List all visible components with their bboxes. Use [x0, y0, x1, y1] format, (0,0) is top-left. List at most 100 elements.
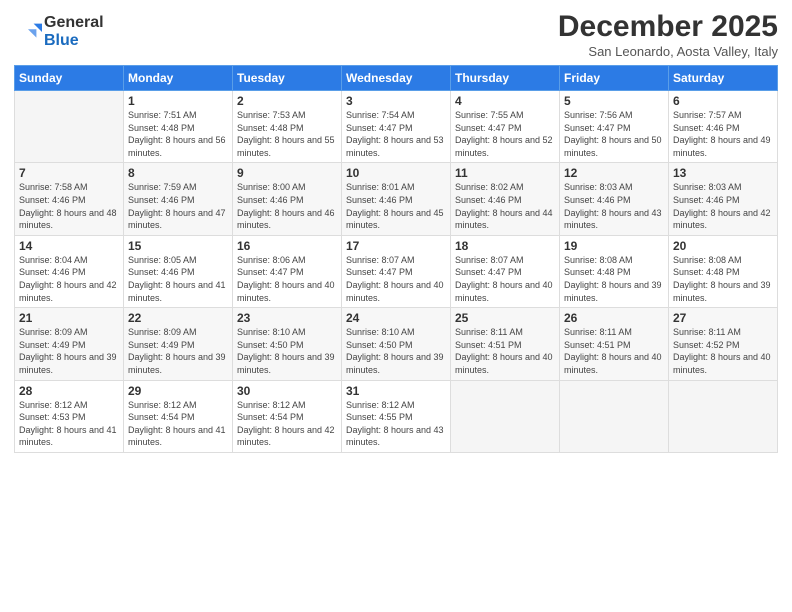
day-number: 26: [564, 311, 664, 325]
day-number: 14: [19, 239, 119, 253]
calendar-cell: 20Sunrise: 8:08 AMSunset: 4:48 PMDayligh…: [669, 235, 778, 307]
calendar-cell: 26Sunrise: 8:11 AMSunset: 4:51 PMDayligh…: [560, 308, 669, 380]
calendar-cell: [15, 91, 124, 163]
calendar-cell: 17Sunrise: 8:07 AMSunset: 4:47 PMDayligh…: [342, 235, 451, 307]
day-number: 1: [128, 94, 228, 108]
calendar-cell: 9Sunrise: 8:00 AMSunset: 4:46 PMDaylight…: [233, 163, 342, 235]
day-header-monday: Monday: [124, 66, 233, 91]
calendar-cell: 21Sunrise: 8:09 AMSunset: 4:49 PMDayligh…: [15, 308, 124, 380]
day-info: Sunrise: 8:12 AMSunset: 4:54 PMDaylight:…: [128, 399, 228, 449]
day-header-tuesday: Tuesday: [233, 66, 342, 91]
calendar-cell: 2Sunrise: 7:53 AMSunset: 4:48 PMDaylight…: [233, 91, 342, 163]
day-number: 5: [564, 94, 664, 108]
calendar-cell: [451, 380, 560, 452]
day-info: Sunrise: 7:57 AMSunset: 4:46 PMDaylight:…: [673, 109, 773, 159]
calendar-week-1: 7Sunrise: 7:58 AMSunset: 4:46 PMDaylight…: [15, 163, 778, 235]
calendar-cell: 19Sunrise: 8:08 AMSunset: 4:48 PMDayligh…: [560, 235, 669, 307]
day-number: 22: [128, 311, 228, 325]
day-number: 29: [128, 384, 228, 398]
day-info: Sunrise: 7:59 AMSunset: 4:46 PMDaylight:…: [128, 181, 228, 231]
day-info: Sunrise: 7:53 AMSunset: 4:48 PMDaylight:…: [237, 109, 337, 159]
day-number: 4: [455, 94, 555, 108]
calendar-cell: 5Sunrise: 7:56 AMSunset: 4:47 PMDaylight…: [560, 91, 669, 163]
day-number: 13: [673, 166, 773, 180]
day-header-thursday: Thursday: [451, 66, 560, 91]
day-number: 3: [346, 94, 446, 108]
day-number: 28: [19, 384, 119, 398]
logo-general: General: [44, 14, 104, 32]
day-info: Sunrise: 7:58 AMSunset: 4:46 PMDaylight:…: [19, 181, 119, 231]
day-info: Sunrise: 8:00 AMSunset: 4:46 PMDaylight:…: [237, 181, 337, 231]
day-info: Sunrise: 8:04 AMSunset: 4:46 PMDaylight:…: [19, 254, 119, 304]
day-info: Sunrise: 7:54 AMSunset: 4:47 PMDaylight:…: [346, 109, 446, 159]
day-info: Sunrise: 8:10 AMSunset: 4:50 PMDaylight:…: [346, 326, 446, 376]
day-number: 30: [237, 384, 337, 398]
calendar-cell: 27Sunrise: 8:11 AMSunset: 4:52 PMDayligh…: [669, 308, 778, 380]
calendar-cell: 1Sunrise: 7:51 AMSunset: 4:48 PMDaylight…: [124, 91, 233, 163]
calendar-cell: [669, 380, 778, 452]
logo-blue: Blue: [44, 32, 104, 50]
calendar-cell: 12Sunrise: 8:03 AMSunset: 4:46 PMDayligh…: [560, 163, 669, 235]
day-info: Sunrise: 8:03 AMSunset: 4:46 PMDaylight:…: [564, 181, 664, 231]
day-number: 25: [455, 311, 555, 325]
subtitle: San Leonardo, Aosta Valley, Italy: [558, 44, 778, 59]
calendar-cell: 25Sunrise: 8:11 AMSunset: 4:51 PMDayligh…: [451, 308, 560, 380]
day-number: 18: [455, 239, 555, 253]
day-info: Sunrise: 8:12 AMSunset: 4:53 PMDaylight:…: [19, 399, 119, 449]
day-info: Sunrise: 8:07 AMSunset: 4:47 PMDaylight:…: [455, 254, 555, 304]
day-number: 12: [564, 166, 664, 180]
day-info: Sunrise: 8:08 AMSunset: 4:48 PMDaylight:…: [564, 254, 664, 304]
calendar-week-4: 28Sunrise: 8:12 AMSunset: 4:53 PMDayligh…: [15, 380, 778, 452]
logo-icon: [14, 18, 42, 46]
day-number: 15: [128, 239, 228, 253]
calendar-cell: [560, 380, 669, 452]
title-block: December 2025 San Leonardo, Aosta Valley…: [558, 10, 778, 59]
calendar-table: SundayMondayTuesdayWednesdayThursdayFrid…: [14, 65, 778, 453]
day-number: 16: [237, 239, 337, 253]
calendar-cell: 6Sunrise: 7:57 AMSunset: 4:46 PMDaylight…: [669, 91, 778, 163]
day-info: Sunrise: 8:11 AMSunset: 4:52 PMDaylight:…: [673, 326, 773, 376]
page: { "logo": { "general": "General", "blue"…: [0, 0, 792, 612]
day-info: Sunrise: 8:10 AMSunset: 4:50 PMDaylight:…: [237, 326, 337, 376]
calendar-cell: 15Sunrise: 8:05 AMSunset: 4:46 PMDayligh…: [124, 235, 233, 307]
day-number: 21: [19, 311, 119, 325]
calendar-cell: 22Sunrise: 8:09 AMSunset: 4:49 PMDayligh…: [124, 308, 233, 380]
header: General Blue December 2025 San Leonardo,…: [14, 10, 778, 59]
calendar-cell: 16Sunrise: 8:06 AMSunset: 4:47 PMDayligh…: [233, 235, 342, 307]
calendar-cell: 23Sunrise: 8:10 AMSunset: 4:50 PMDayligh…: [233, 308, 342, 380]
day-number: 20: [673, 239, 773, 253]
logo: General Blue: [14, 14, 104, 49]
day-number: 19: [564, 239, 664, 253]
day-info: Sunrise: 8:11 AMSunset: 4:51 PMDaylight:…: [455, 326, 555, 376]
calendar-header-row: SundayMondayTuesdayWednesdayThursdayFrid…: [15, 66, 778, 91]
calendar-cell: 29Sunrise: 8:12 AMSunset: 4:54 PMDayligh…: [124, 380, 233, 452]
logo-text: General Blue: [44, 14, 104, 49]
day-number: 11: [455, 166, 555, 180]
day-number: 24: [346, 311, 446, 325]
day-header-saturday: Saturday: [669, 66, 778, 91]
day-info: Sunrise: 8:12 AMSunset: 4:55 PMDaylight:…: [346, 399, 446, 449]
calendar-cell: 7Sunrise: 7:58 AMSunset: 4:46 PMDaylight…: [15, 163, 124, 235]
calendar-cell: 8Sunrise: 7:59 AMSunset: 4:46 PMDaylight…: [124, 163, 233, 235]
day-info: Sunrise: 8:09 AMSunset: 4:49 PMDaylight:…: [128, 326, 228, 376]
calendar-week-0: 1Sunrise: 7:51 AMSunset: 4:48 PMDaylight…: [15, 91, 778, 163]
day-number: 8: [128, 166, 228, 180]
day-number: 10: [346, 166, 446, 180]
day-info: Sunrise: 8:11 AMSunset: 4:51 PMDaylight:…: [564, 326, 664, 376]
day-number: 6: [673, 94, 773, 108]
day-info: Sunrise: 8:06 AMSunset: 4:47 PMDaylight:…: [237, 254, 337, 304]
calendar-cell: 13Sunrise: 8:03 AMSunset: 4:46 PMDayligh…: [669, 163, 778, 235]
day-info: Sunrise: 8:01 AMSunset: 4:46 PMDaylight:…: [346, 181, 446, 231]
day-info: Sunrise: 8:08 AMSunset: 4:48 PMDaylight:…: [673, 254, 773, 304]
calendar-cell: 30Sunrise: 8:12 AMSunset: 4:54 PMDayligh…: [233, 380, 342, 452]
day-header-sunday: Sunday: [15, 66, 124, 91]
day-info: Sunrise: 7:55 AMSunset: 4:47 PMDaylight:…: [455, 109, 555, 159]
day-number: 31: [346, 384, 446, 398]
calendar-cell: 31Sunrise: 8:12 AMSunset: 4:55 PMDayligh…: [342, 380, 451, 452]
calendar-cell: 28Sunrise: 8:12 AMSunset: 4:53 PMDayligh…: [15, 380, 124, 452]
calendar-cell: 10Sunrise: 8:01 AMSunset: 4:46 PMDayligh…: [342, 163, 451, 235]
day-header-friday: Friday: [560, 66, 669, 91]
calendar-cell: 24Sunrise: 8:10 AMSunset: 4:50 PMDayligh…: [342, 308, 451, 380]
calendar-cell: 3Sunrise: 7:54 AMSunset: 4:47 PMDaylight…: [342, 91, 451, 163]
day-info: Sunrise: 8:03 AMSunset: 4:46 PMDaylight:…: [673, 181, 773, 231]
